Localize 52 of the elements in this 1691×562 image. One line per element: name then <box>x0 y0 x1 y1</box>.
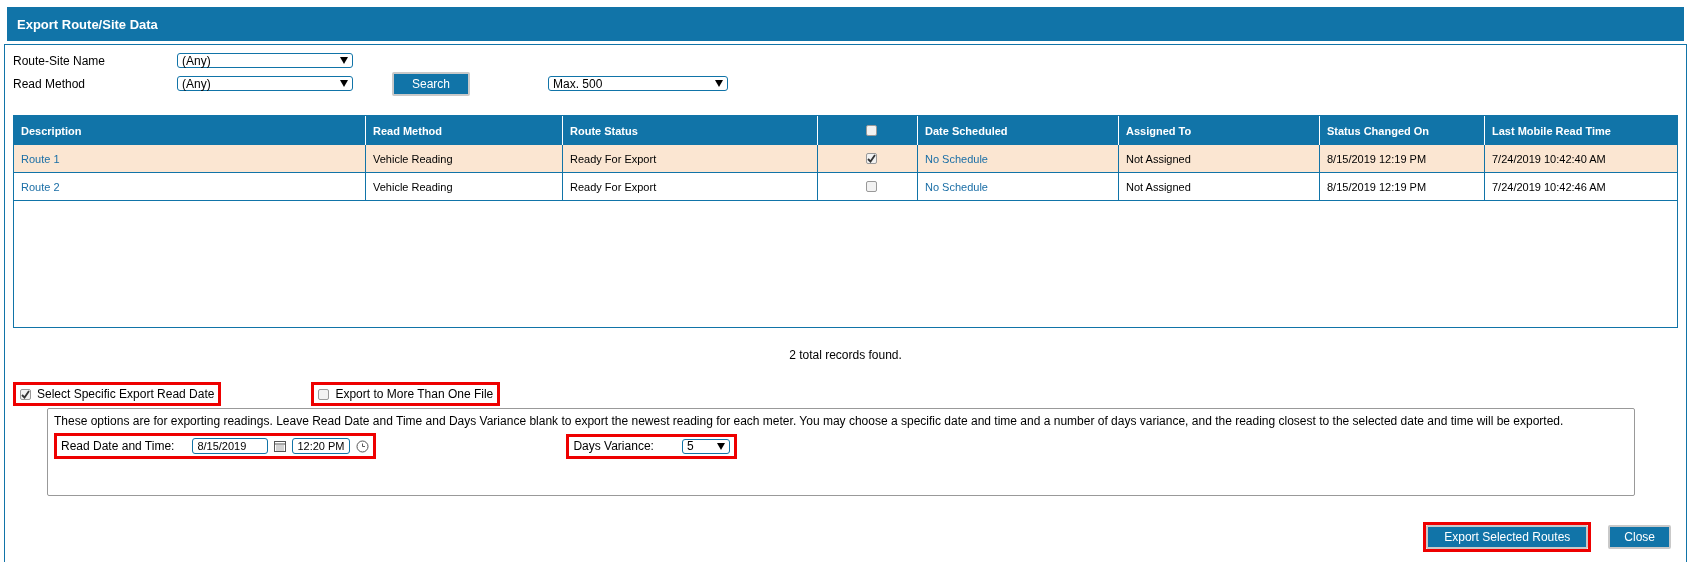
row-checkbox[interactable] <box>865 153 877 164</box>
column-header[interactable]: Last Mobile Read Time <box>1492 124 1611 137</box>
window-title: Export Route/Site Data <box>7 7 1684 41</box>
search-button[interactable]: Search <box>392 71 471 96</box>
column-header[interactable]: Read Method <box>373 124 443 137</box>
filter-dropdown[interactable]: (Any) <box>177 53 353 68</box>
table-link[interactable]: Route 2 <box>21 180 60 193</box>
export-note: These options are for exporting readings. Leave Read Date and Time and Days Variance blank to export the newest reading for each meter. You may choose a specific date and time and a number of days variance, and the reading closest to the selected date and time will be exported. <box>54 414 1565 428</box>
field-label: Days Variance: <box>573 439 654 453</box>
option-checkbox[interactable] <box>20 388 31 400</box>
max-results-dropdown[interactable]: Max. 500 <box>548 76 729 91</box>
column-header[interactable]: Status Changed On <box>1327 124 1430 137</box>
caret-icon <box>340 57 348 64</box>
caret-icon <box>340 80 348 87</box>
column-header[interactable]: Description <box>21 124 82 137</box>
table-cell: Vehicle Reading <box>373 152 453 165</box>
column-header[interactable]: Route Status <box>570 124 638 137</box>
filter-label: Read Method <box>13 76 87 91</box>
filter-label: Route-Site Name <box>13 53 107 68</box>
table-row[interactable]: Route 1 Vehicle Reading Ready For Export No Schedule Not Assigned 8/15/2019 12:19 PM 7/24/2019 10:42:40 AM <box>14 145 1677 173</box>
option-checkbox[interactable] <box>318 388 330 400</box>
time-field[interactable]: 12:20 PM <box>292 438 351 454</box>
caret-icon <box>715 80 724 87</box>
table-link[interactable]: No Schedule <box>925 152 988 165</box>
table-row[interactable]: Route 2 Vehicle Reading Ready For Export No Schedule Not Assigned 8/15/2019 12:19 PM 7/24/2019 10:42:46 AM <box>14 173 1677 201</box>
option-label: Select Specific Export Read Date <box>37 387 215 401</box>
table-cell: Ready For Export <box>570 152 657 165</box>
table-link[interactable]: Route 1 <box>21 152 60 165</box>
table-cell: Vehicle Reading <box>373 180 453 193</box>
table-cell: Ready For Export <box>570 180 657 193</box>
clock-icon[interactable] <box>356 439 370 453</box>
calendar-icon[interactable] <box>274 440 287 452</box>
column-header[interactable]: Assigned To <box>1126 124 1192 137</box>
filter-dropdown[interactable]: (Any) <box>177 76 353 91</box>
select-all-checkbox[interactable] <box>865 125 877 136</box>
date-field[interactable]: 8/15/2019 <box>192 438 269 454</box>
table-cell: Not Assigned <box>1126 152 1191 165</box>
table-cell: 7/24/2019 10:42:46 AM <box>1492 180 1606 193</box>
table-cell: 8/15/2019 12:19 PM <box>1327 152 1427 165</box>
table-cell: 8/15/2019 12:19 PM <box>1327 180 1427 193</box>
row-checkbox[interactable] <box>865 181 877 192</box>
action-button[interactable]: Export Selected Routes <box>1426 525 1589 549</box>
table-link[interactable]: No Schedule <box>925 180 988 193</box>
option-label: Export to More Than One File <box>335 387 494 401</box>
days-variance-dropdown[interactable]: 5 <box>681 438 730 454</box>
column-header[interactable]: Date Scheduled <box>925 124 1008 137</box>
record-count: 2 total records found. <box>788 348 903 362</box>
field-label: Read Date and Time: <box>61 439 175 453</box>
table-cell: 7/24/2019 10:42:40 AM <box>1492 152 1606 165</box>
action-button[interactable]: Close <box>1608 525 1671 549</box>
table-cell: Not Assigned <box>1126 180 1191 193</box>
caret-icon <box>716 442 725 450</box>
